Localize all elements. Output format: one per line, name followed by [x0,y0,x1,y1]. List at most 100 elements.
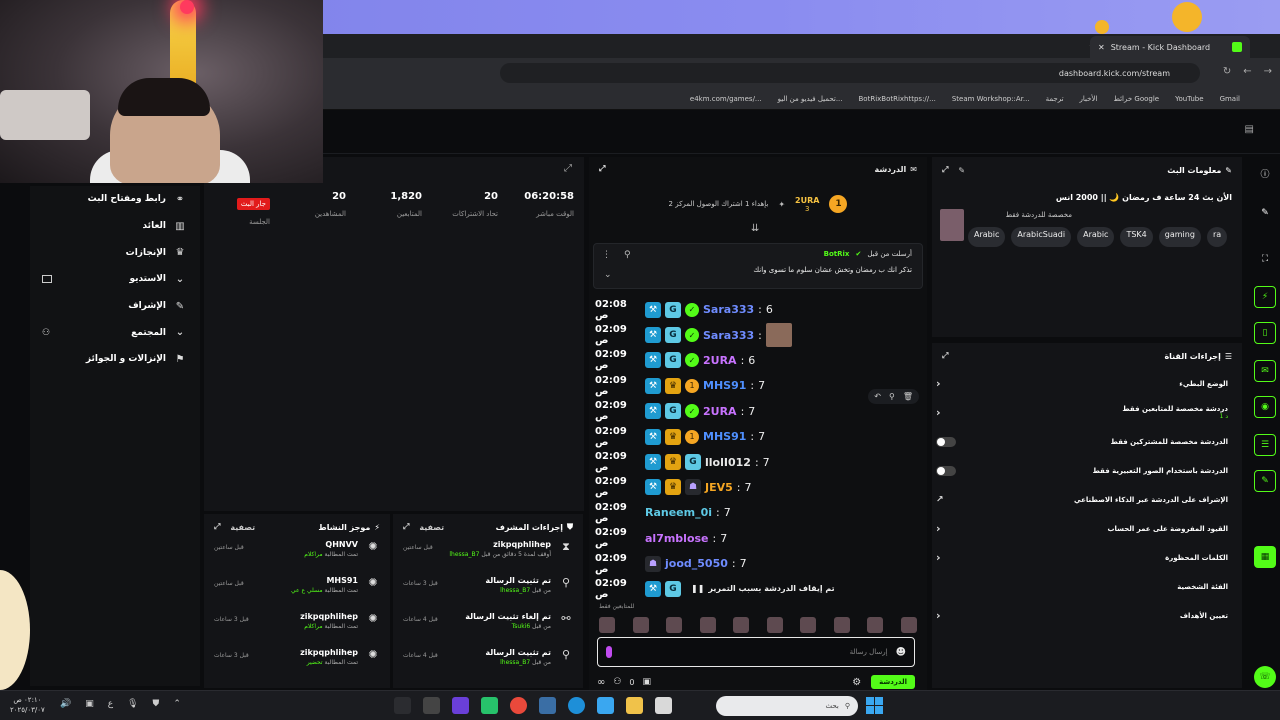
collapse-goal-icon[interactable]: ⇊ [751,223,759,234]
fullscreen-icon[interactable]: ⛶ [1254,248,1276,270]
message-username[interactable]: jood_5050 [665,557,728,570]
close-tab-icon[interactable]: ✕ [1098,43,1105,52]
action-set-goals[interactable]: › تعيين الأهداف [932,601,1242,630]
emote[interactable] [800,617,817,633]
sliders-icon[interactable]: ☰ [1254,434,1276,456]
document-icon[interactable]: ▯ [1254,322,1276,344]
emote[interactable] [599,617,615,633]
expand-icon[interactable]: ⤢ [564,163,572,174]
emote[interactable] [666,617,683,633]
message-username[interactable]: Raneem_0i [645,506,712,519]
bolt-icon[interactable]: ⚡ [1254,286,1276,308]
edit-icon[interactable]: ✎ [958,166,965,175]
expand-icon[interactable]: ⤢ [942,165,948,175]
filter-button[interactable]: تصفية [419,523,444,532]
gear-icon[interactable]: ⚙ [852,677,861,688]
chat-message[interactable]: 02:09 ص ☗ jood_5050:7 [595,551,921,576]
action-followers-only[interactable]: › دردشة مخصصة للمتابعين فقط 1 د [932,398,1242,427]
chevron-up-icon[interactable]: ⌃ [173,699,181,709]
expand-icon[interactable]: ⤢ [599,164,605,174]
chrome-icon[interactable] [510,697,527,714]
emoji-icon[interactable]: ☻ [896,647,906,658]
discord-icon[interactable] [452,697,469,714]
forward-icon[interactable]: → [1264,66,1272,77]
bookmark-item[interactable]: YouTube [1175,95,1203,103]
emote[interactable] [833,617,850,633]
subscribers-only-toggle[interactable] [936,436,956,447]
network-icon[interactable]: ▣ [85,699,94,709]
bookmark-item[interactable]: e4km.com/games/... [690,95,762,103]
chat-paused-notice[interactable]: 02:09 ص ⚒ G ❚❚ تم إيقاف الدردشة بسبب التمرير [595,576,921,601]
expand-icon[interactable]: ⤢ [403,522,409,532]
emote[interactable] [699,617,716,633]
message-username[interactable]: llolI012 [705,456,751,469]
action-slow-mode[interactable]: › الوضع البطيء [932,369,1242,398]
chat-message[interactable]: 02:08 ص ⚒ G ✓ Sara333:6 [595,297,921,322]
action-account-age[interactable]: › القيود المفروضة على عمر الحساب [932,514,1242,543]
language-indicator[interactable]: ع [108,699,113,709]
store-icon[interactable] [597,697,614,714]
windows-start-icon[interactable] [866,697,883,714]
pin-icon[interactable]: ⚲ [624,250,631,260]
expand-icon[interactable]: ⤢ [214,522,220,532]
add-widget-icon[interactable]: ▦ [1254,546,1276,568]
emote[interactable] [766,617,783,633]
bookmark-item[interactable]: BotRixBotRixhttps://... [859,95,936,103]
chat-message[interactable]: 02:09 ص al7mblose:7 [595,526,921,551]
emote-only-toggle[interactable] [936,465,956,476]
chat-bubble-icon[interactable]: ✉ [1254,360,1276,382]
chevron-down-icon[interactable]: ⌄ [604,270,612,280]
add-user-icon[interactable]: ⚇ [42,328,50,338]
reload-icon[interactable]: ↻ [1223,66,1231,77]
chat-send-button[interactable]: الدردشة [871,675,915,689]
edge-icon[interactable] [568,697,585,714]
chat-message[interactable]: 02:09 ص ⚒ ♛ GllolI012:7 [595,449,921,474]
action-banned-words[interactable]: › الكلمات المحظورة [932,543,1242,572]
sidebar-item-revenue[interactable]: العائد ▥ [30,213,200,240]
edit-icon[interactable]: ✎ [1254,202,1276,224]
bookmark-item[interactable]: ترجمة [1046,95,1064,103]
infinity-icon[interactable]: ∞ [597,677,605,688]
url-field[interactable]: dashboard.kick.com/stream [500,63,1200,83]
sidebar-item-community[interactable]: ⚇ المجتمع ⌄ [30,319,200,346]
chat-message[interactable]: 02:09 ص Raneem_0i:7 [595,500,921,525]
widgets-icon[interactable] [655,697,672,714]
steam-client-icon[interactable] [539,697,556,714]
action-ai-moderation[interactable]: ↗ الإشراف على الدردشة عبر الذكاء الاصطنا… [932,485,1242,514]
terminal-icon[interactable] [423,697,440,714]
sidebar-item-moderation[interactable]: الإشراف ✎ [30,293,200,320]
calendar-icon[interactable]: ▣ [643,677,652,687]
chat-message[interactable]: 02:09 ص ⚒ ♛ 1 MHS91:7 [595,424,921,449]
filter-button[interactable]: تصفية [230,523,255,532]
expand-icon[interactable]: ⤢ [942,351,948,361]
bookmark-item[interactable]: Steam Workshop::Ar... [952,95,1030,103]
chat-message[interactable]: 02:09 ص ⚒ G ✓ 2URA:7 [595,399,921,424]
app-green-icon[interactable] [481,697,498,714]
taskbar-search[interactable]: بحث ⚲ [716,696,858,716]
studio-window-icon[interactable] [42,275,52,284]
info-icon[interactable]: ⓘ [1254,162,1276,184]
emote[interactable] [733,617,750,633]
back-icon[interactable]: ← [1243,66,1251,77]
shield-icon[interactable]: ⛊ [153,699,160,709]
chat-message[interactable]: 02:09 ص ⚒ ♛ ☗ JEV5:7 [595,475,921,500]
message-username[interactable]: Sara333 [703,303,754,316]
chat-message[interactable]: 02:09 ص ⚒ G ✓ Sara333: [595,322,921,348]
message-username[interactable]: MHS91 [703,379,746,392]
speaker-icon[interactable]: 🔊 [60,699,71,709]
emote[interactable] [900,617,917,633]
message-username[interactable]: Sara333 [703,329,754,342]
sidebar-item-achievements[interactable]: الإنجازات ♛ [30,239,200,266]
message-username[interactable]: JEV5 [705,481,733,494]
notifications-icon[interactable]: ▤ [1245,124,1254,135]
bookmark-item[interactable]: الأخبار [1080,95,1098,103]
message-username[interactable]: 2URA [703,354,737,367]
chat-message[interactable]: 02:09 ص ⚒ G ✓ 2URA:6 [595,348,921,373]
sidebar-item-stream-key[interactable]: رابط ومفتاح البث ⚭ [30,186,200,213]
mic-icon[interactable] [606,646,612,658]
bookmark-item[interactable]: Gmail [1220,95,1240,103]
users-icon[interactable]: ⚇ [613,677,621,687]
folder-icon[interactable] [626,697,643,714]
chat-message[interactable]: 02:09 ص ⚒ ♛ 1 MHS91:7 [595,373,921,398]
broadcast-icon[interactable]: ◉ [1254,396,1276,418]
